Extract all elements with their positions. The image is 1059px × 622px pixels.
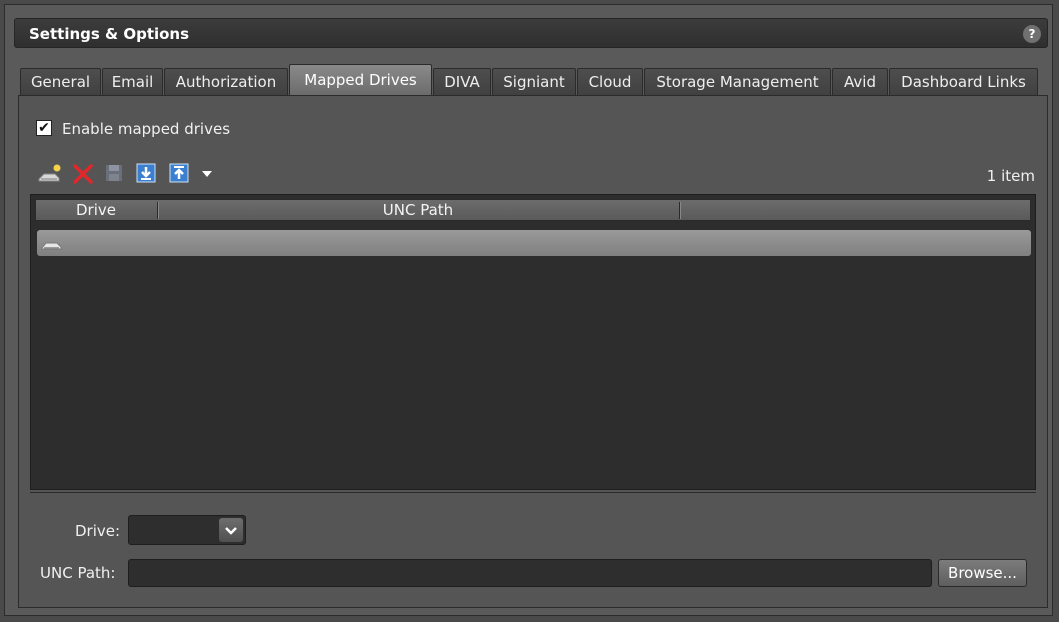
tab-storage-management[interactable]: Storage Management <box>644 68 831 96</box>
help-icon[interactable]: ? <box>1023 25 1041 43</box>
delete-icon[interactable] <box>72 163 94 185</box>
column-header-unc-path[interactable]: UNC Path <box>159 200 677 220</box>
export-icon[interactable] <box>169 163 191 185</box>
mapped-drives-grid: Drive UNC Path <box>30 194 1036 490</box>
item-count: 1 item <box>986 167 1035 185</box>
table-row[interactable] <box>37 230 1031 256</box>
dropdown-arrow-icon[interactable] <box>200 166 222 188</box>
tab-diva[interactable]: DIVA <box>433 68 491 96</box>
tab-authorization[interactable]: Authorization <box>164 68 288 96</box>
import-icon[interactable] <box>136 163 158 185</box>
enable-mapped-drives-label[interactable]: Enable mapped drives <box>62 120 230 138</box>
tab-signiant[interactable]: Signiant <box>492 68 576 96</box>
drive-icon <box>41 236 63 255</box>
add-drive-icon[interactable] <box>38 163 61 185</box>
title-bar: Settings & Options ? <box>14 18 1048 48</box>
column-separator[interactable] <box>679 202 680 219</box>
grid-header: Drive UNC Path <box>35 199 1031 221</box>
tab-dashboard-links[interactable]: Dashboard Links <box>889 68 1038 96</box>
column-header-drive[interactable]: Drive <box>36 200 156 220</box>
unc-path-input[interactable] <box>128 559 932 587</box>
drive-label: Drive: <box>75 522 121 540</box>
tab-mapped-drives[interactable]: Mapped Drives <box>289 64 432 96</box>
tab-email[interactable]: Email <box>102 68 163 96</box>
column-separator[interactable] <box>157 202 158 219</box>
browse-button[interactable]: Browse... <box>938 559 1027 587</box>
chevron-down-icon[interactable] <box>219 518 243 542</box>
window-title: Settings & Options <box>29 25 190 43</box>
tab-cloud[interactable]: Cloud <box>577 68 643 96</box>
save-icon[interactable] <box>104 163 126 185</box>
tab-avid[interactable]: Avid <box>832 68 888 96</box>
column-header-extra[interactable] <box>681 200 1029 220</box>
drive-select[interactable] <box>128 515 246 545</box>
enable-mapped-drives-checkbox[interactable]: ✔ <box>36 120 52 136</box>
tab-general[interactable]: General <box>20 68 101 96</box>
unc-path-label: UNC Path: <box>40 564 116 582</box>
